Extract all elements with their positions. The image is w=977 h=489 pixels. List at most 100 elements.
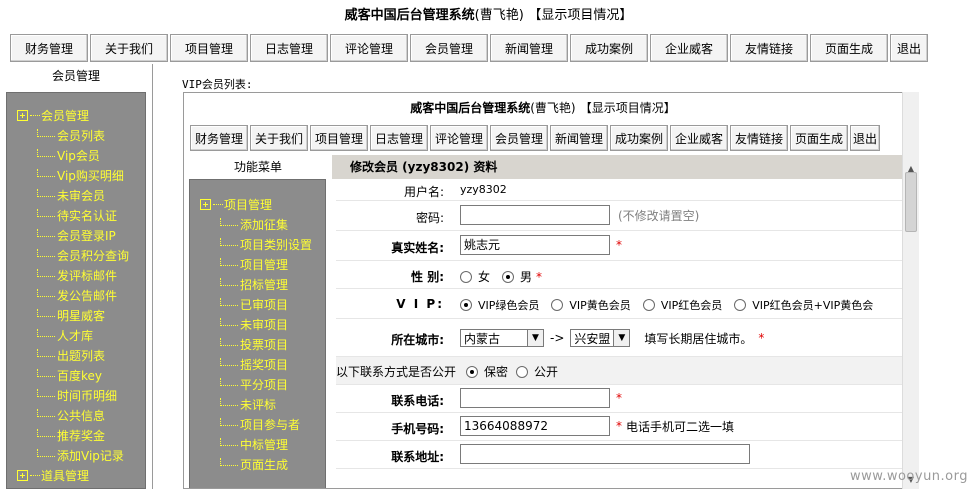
left-panel-heading: 会员管理 [0, 64, 152, 88]
scroll-thumb[interactable] [905, 172, 917, 232]
tree-root-member[interactable]: 会员管理 [17, 107, 89, 124]
func-item[interactable]: 添加征集 [220, 216, 288, 233]
menu-item[interactable]: 会员登录IP [37, 227, 116, 244]
func-item[interactable]: 摇奖项目 [220, 356, 288, 373]
row-mobile: 手机号码: 13664088972 * 电话手机可二选一填 [336, 413, 902, 441]
radio-secret[interactable] [466, 365, 479, 378]
nav-log-button[interactable]: 日志管理 [250, 34, 328, 62]
func-item[interactable]: 页面生成 [220, 456, 288, 473]
password-label: 密码: [415, 211, 444, 225]
nav-generate-button[interactable]: 页面生成 [810, 34, 888, 62]
radio-vip-red-yellow[interactable] [734, 299, 747, 311]
nav-member-button[interactable]: 会员管理 [410, 34, 488, 62]
menu-item[interactable]: 待实名认证 [37, 207, 117, 224]
contact-public-option[interactable]: 公开 [516, 363, 558, 380]
vertical-scrollbar[interactable]: ▲ ▼ [902, 92, 919, 489]
inner-nav-links-button[interactable]: 友情链接 [730, 125, 788, 151]
nav-finance-button[interactable]: 财务管理 [10, 34, 88, 62]
func-item[interactable]: 项目参与者 [220, 416, 300, 433]
nav-cases-button[interactable]: 成功案例 [570, 34, 648, 62]
radio-public[interactable] [516, 365, 529, 378]
func-item[interactable]: 中标管理 [220, 436, 288, 453]
menu-item[interactable]: 明星威客 [37, 307, 105, 324]
nav-news-button[interactable]: 新闻管理 [490, 34, 568, 62]
menu-item[interactable]: 百度key [37, 367, 102, 384]
expand-icon[interactable] [200, 199, 211, 210]
gender-male-option[interactable]: 男 [502, 268, 532, 285]
nav-enterprise-button[interactable]: 企业威客 [650, 34, 728, 62]
menu-item[interactable]: 公共信息 [37, 407, 105, 424]
vip-red-option[interactable]: VIP红色会员 [642, 297, 722, 313]
func-item[interactable]: 项目管理 [220, 256, 288, 273]
inner-nav-logout-button[interactable]: 退出 [850, 125, 880, 151]
inner-nav-comment-button[interactable]: 评论管理 [430, 125, 488, 151]
inner-nav: 财务管理 关于我们 项目管理 日志管理 评论管理 会员管理 新闻管理 成功案例 … [190, 125, 882, 151]
func-item[interactable]: 平分项目 [220, 376, 288, 393]
menu-item[interactable]: 出题列表 [37, 347, 105, 364]
nav-logout-button[interactable]: 退出 [890, 34, 928, 62]
menu-item[interactable]: 未审会员 [37, 187, 105, 204]
menu-item[interactable]: 会员积分查询 [37, 247, 129, 264]
func-item[interactable]: 未审项目 [220, 316, 288, 333]
menu-item[interactable]: 推荐奖金 [37, 427, 105, 444]
vip-green-option[interactable]: VIP绿色会员 [460, 297, 539, 313]
func-item[interactable]: 项目类别设置 [220, 236, 312, 253]
inner-nav-member-button[interactable]: 会员管理 [490, 125, 548, 151]
func-item[interactable]: 投票项目 [220, 336, 288, 353]
expand-icon[interactable] [17, 110, 28, 121]
radio-male[interactable] [502, 270, 515, 283]
menu-item[interactable]: 时间币明细 [37, 387, 117, 404]
menu-item[interactable]: 人才库 [37, 327, 93, 344]
left-panel: 会员管理 会员管理 会员列表 Vip会员 Vip购买明细 未审会员 待实名认证 … [0, 64, 153, 489]
radio-female[interactable] [460, 270, 472, 283]
form-heading: 修改会员 (yzy8302) 资料 [332, 155, 902, 179]
phone-input[interactable] [460, 388, 610, 408]
menu-item[interactable]: 添加Vip记录 [37, 447, 124, 464]
province-select[interactable]: 内蒙古 ▼ [460, 329, 544, 347]
func-item[interactable]: 招标管理 [220, 276, 288, 293]
nav-comment-button[interactable]: 评论管理 [330, 34, 408, 62]
func-item[interactable]: 已审项目 [220, 296, 288, 313]
nav-about-button[interactable]: 关于我们 [90, 34, 168, 62]
inner-nav-log-button[interactable]: 日志管理 [370, 125, 428, 151]
inner-nav-about-button[interactable]: 关于我们 [250, 125, 308, 151]
contact-secret-option[interactable]: 保密 [466, 363, 508, 380]
gender-female-option[interactable]: 女 [460, 268, 490, 285]
realname-label: 真实姓名: [391, 241, 444, 255]
mobile-input[interactable]: 13664088972 [460, 416, 610, 436]
vip-label: V I P: [396, 297, 444, 311]
expand-icon[interactable] [17, 470, 28, 481]
function-panel-heading: 功能菜单 [233, 160, 282, 174]
radio-vip-green[interactable] [460, 299, 472, 311]
tree-root-props[interactable]: 道具管理 [17, 467, 89, 484]
menu-item[interactable]: Vip会员 [37, 147, 100, 164]
nav-project-button[interactable]: 项目管理 [170, 34, 248, 62]
show-project-link[interactable]: 【显示项目情况】 [528, 8, 632, 23]
mobile-label: 手机号码: [391, 422, 444, 436]
func-root-project[interactable]: 项目管理 [200, 196, 272, 213]
vip-yellow-option[interactable]: VIP黄色会员 [551, 297, 631, 313]
menu-item[interactable]: Vip购买明细 [37, 167, 124, 184]
inner-nav-generate-button[interactable]: 页面生成 [790, 125, 848, 151]
inner-nav-news-button[interactable]: 新闻管理 [550, 125, 608, 151]
nav-links-button[interactable]: 友情链接 [730, 34, 808, 62]
realname-input[interactable]: 姚志元 [460, 235, 610, 255]
inner-nav-enterprise-button[interactable]: 企业威客 [670, 125, 728, 151]
password-input[interactable] [460, 205, 610, 225]
row-realname: 真实姓名: 姚志元 * [336, 231, 902, 261]
radio-vip-yellow[interactable] [551, 299, 564, 311]
inner-show-project-link[interactable]: 【显示项目情况】 [580, 101, 676, 115]
menu-item[interactable]: 发评标邮件 [37, 267, 117, 284]
city-select[interactable]: 兴安盟 ▼ [570, 329, 631, 347]
row-contact-public: 以下联系方式是否公开 保密 公开 [336, 357, 902, 385]
func-item[interactable]: 未评标 [220, 396, 276, 413]
vip-red-yellow-option[interactable]: VIP红色会员+VIP黄色会 [734, 297, 873, 313]
menu-item[interactable]: 会员列表 [37, 127, 105, 144]
address-input[interactable] [460, 444, 750, 464]
inner-frame: 威客中国后台管理系统(曹飞艳) 【显示项目情况】 财务管理 关于我们 项目管理 … [183, 92, 918, 489]
inner-nav-finance-button[interactable]: 财务管理 [190, 125, 248, 151]
menu-item[interactable]: 发公告邮件 [37, 287, 117, 304]
radio-vip-red[interactable] [642, 299, 655, 311]
inner-nav-project-button[interactable]: 项目管理 [310, 125, 368, 151]
inner-nav-cases-button[interactable]: 成功案例 [610, 125, 668, 151]
